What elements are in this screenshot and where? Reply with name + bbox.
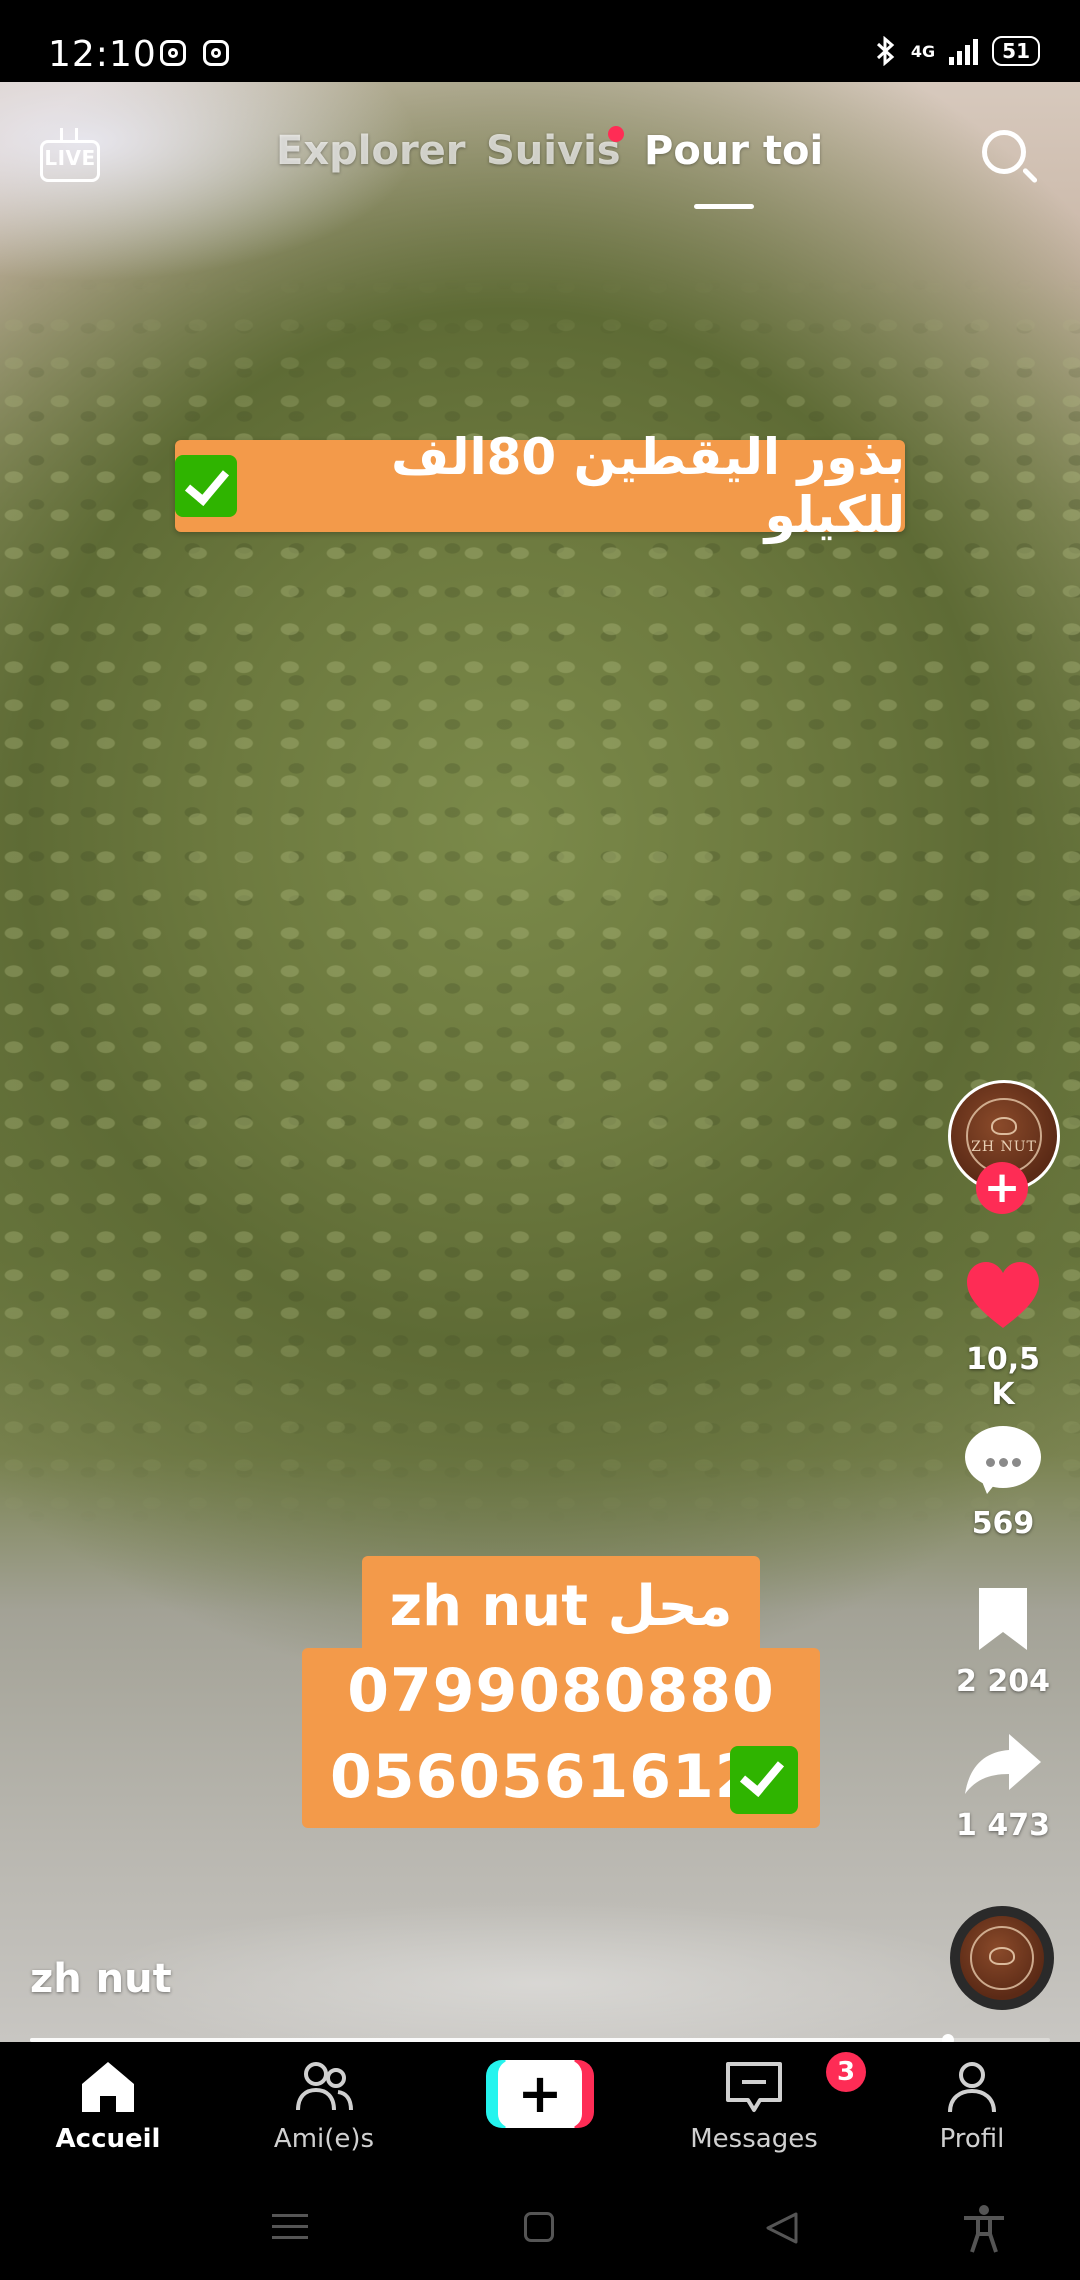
status-indicators: 4G 51 (875, 36, 1040, 66)
nut-logo-icon (989, 1947, 1015, 1965)
instagram-icon (203, 40, 229, 66)
create-plus-icon: + (498, 2060, 582, 2128)
sound-disc[interactable] (950, 1906, 1054, 2010)
search-icon[interactable] (982, 130, 1026, 174)
overlay-shop-text: zh nut محل (389, 1573, 733, 1639)
active-tab-indicator (694, 204, 754, 209)
phone-number-2: 0560561612 (330, 1742, 758, 1812)
instagram-icon (160, 40, 186, 66)
messages-badge: 3 (826, 2052, 866, 2092)
save-button[interactable]: 2 204 (950, 1586, 1056, 1699)
accessibility-icon[interactable] (962, 2204, 1006, 2254)
nav-friends[interactable]: Ami(e)s (234, 2060, 414, 2154)
share-button[interactable]: 1 473 (950, 1732, 1056, 1843)
nav-home[interactable]: Accueil (18, 2060, 198, 2154)
friends-icon (296, 2062, 353, 2111)
nav-friends-label: Ami(e)s (273, 2124, 375, 2154)
new-content-dot (608, 126, 624, 142)
nav-messages-label: Messages (690, 2124, 818, 2154)
live-button[interactable]: LIVE (40, 126, 104, 186)
check-icon (175, 455, 237, 517)
status-bar: 12:10 4G 51 (0, 0, 1080, 82)
network-type: 4G (910, 41, 936, 61)
phone-numbers-overlay: 0799080880 0560561612 (302, 1648, 820, 1828)
battery-icon: 51 (992, 36, 1040, 66)
nut-logo-icon (991, 1117, 1017, 1135)
share-icon (965, 1734, 1041, 1794)
nav-profile-label: Profil (939, 2124, 1005, 2154)
live-label: LIVE (44, 146, 96, 170)
shop-name-overlay: zh nut محل (362, 1556, 760, 1656)
tab-pour-toi[interactable]: Pour toi (644, 128, 823, 174)
comment-count: 569 (971, 1506, 1035, 1541)
share-count: 1 473 (956, 1808, 1050, 1843)
plus-icon: + (983, 1162, 1021, 1213)
recent-apps-icon[interactable] (272, 2214, 308, 2240)
system-navigation-bar (0, 2174, 1080, 2280)
nav-messages[interactable]: 3 Messages (664, 2052, 866, 2154)
phone-number-1: 0799080880 (347, 1656, 775, 1726)
creator-username[interactable]: zh nut (30, 1956, 172, 2002)
video-caption-overlay: بذور اليقطين 80الف للكيلو (175, 428, 905, 544)
inbox-icon (726, 2062, 782, 2112)
bookmark-icon (979, 1588, 1027, 1650)
system-back-icon[interactable] (764, 2210, 800, 2246)
like-button[interactable]: 10,5 K (950, 1260, 1056, 1412)
check-icon (730, 1746, 798, 1814)
battery-level: 51 (1002, 39, 1030, 63)
comment-icon (965, 1426, 1041, 1498)
system-home-icon[interactable] (524, 2212, 554, 2242)
save-count: 2 204 (956, 1664, 1050, 1699)
status-time: 12:10 (48, 34, 157, 75)
bluetooth-icon (876, 36, 895, 66)
heart-icon (967, 1262, 1039, 1328)
overlay-title-text: بذور اليقطين 80الف للكيلو (391, 428, 905, 544)
comment-button[interactable]: 569 (950, 1426, 1056, 1541)
tab-explorer[interactable]: Explorer (276, 128, 466, 174)
profile-icon (948, 2062, 996, 2113)
create-button[interactable]: + (486, 2060, 594, 2128)
signal-icon (949, 37, 979, 65)
nav-profile[interactable]: Profil (882, 2060, 1062, 2154)
create-label: + (517, 2062, 563, 2125)
like-count: 10,5 K (965, 1342, 1041, 1412)
avatar-text: ZH NUT (971, 1139, 1037, 1155)
bottom-navigation: Accueil Ami(e)s + 3 Messages Profil (0, 2042, 1080, 2174)
tab-suivis[interactable]: Suivis (486, 128, 621, 174)
nav-home-label: Accueil (55, 2124, 161, 2154)
sound-logo (970, 1926, 1034, 1990)
follow-button[interactable]: + (976, 1162, 1028, 1214)
home-icon (82, 2062, 134, 2112)
